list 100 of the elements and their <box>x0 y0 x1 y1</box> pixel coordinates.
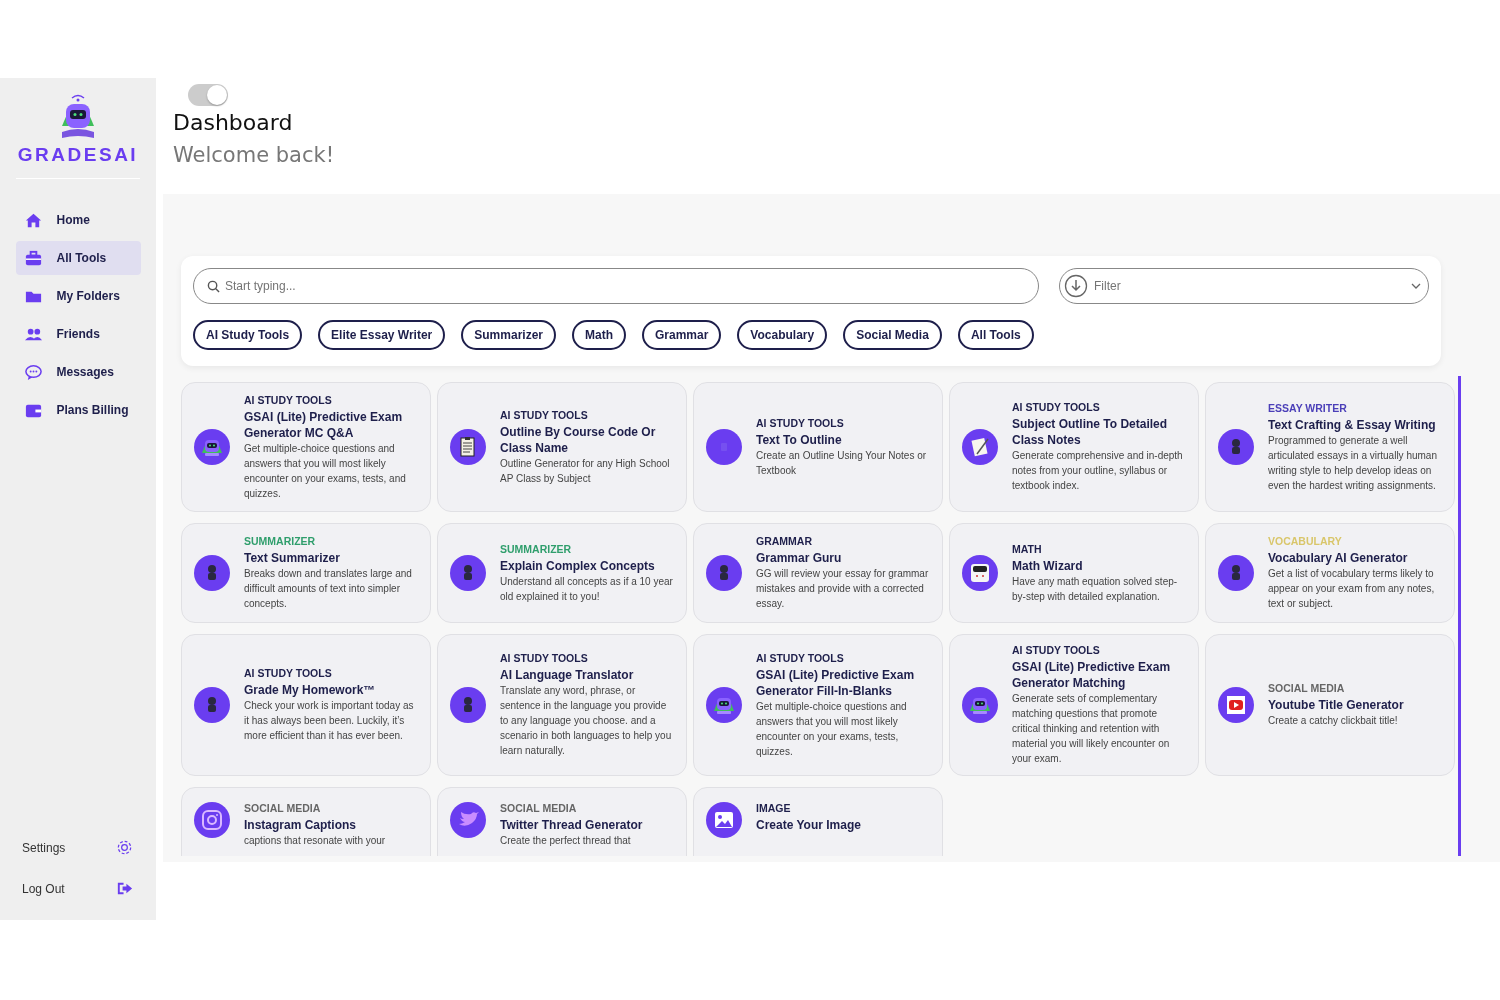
search-icon <box>207 280 220 293</box>
tool-category: AI STUDY TOOLS <box>1012 644 1101 656</box>
tool-category: SOCIAL MEDIA <box>244 802 322 814</box>
tool-card[interactable]: AI STUDY TOOLS Subject Outline To Detailed Class Notes Generate comprehensive and in-depth notes from your outline, syllabus or textbook index. <box>949 382 1199 512</box>
filter-chip[interactable]: Social Media <box>843 320 942 350</box>
image-icon <box>706 802 742 838</box>
tool-description: Understand all concepts as if a 10 year old explained it to you! <box>500 574 674 604</box>
figure-icon <box>194 555 230 591</box>
tool-card[interactable]: MATH Math Wizard Have any math equation solved step-by-step with detailed explanation. <box>949 523 1199 623</box>
calculator-icon <box>962 555 998 591</box>
camera-icon <box>194 802 230 838</box>
chat-icon <box>23 362 43 382</box>
tool-card[interactable]: VOCABULARY Vocabulary AI Generator Get a list of vocabulary terms likely to appear on your exam from any notes, text or subject. <box>1205 523 1455 623</box>
figure-icon <box>1218 555 1254 591</box>
play-button-icon <box>1218 687 1254 723</box>
welcome-text: Welcome back! <box>173 143 336 167</box>
sidebar-link[interactable]: Log Out <box>22 881 65 896</box>
settings-icon[interactable] <box>115 838 134 857</box>
tool-description: Create an Outline Using Your Notes or Textbook <box>756 448 928 478</box>
tool-card[interactable]: AI STUDY TOOLS GSAI (Lite) Predictive Exam Generator Fill-In-Blanks Get multiple-choice questions and answers that you will most likely encounter on your exams, tests, quizzes. <box>693 634 943 776</box>
filter-chip[interactable]: Vocabulary <box>737 320 828 350</box>
tool-category: AI STUDY TOOLS <box>500 408 589 421</box>
download-circle-icon <box>1064 274 1088 298</box>
filter-chip[interactable]: AI Study Tools <box>193 320 303 350</box>
tool-card[interactable]: AI STUDY TOOLS Text To Outline Create an Outline Using Your Notes or Textbook <box>693 382 943 512</box>
tool-title: Twitter Thread Generator <box>500 817 643 833</box>
tool-category: SUMMARIZER <box>244 535 317 547</box>
sidebar-item[interactable]: Messages <box>15 355 141 389</box>
tool-description: Breaks down and translates large and difficult amounts of text into simpler concepts. <box>244 567 413 611</box>
tool-category: IMAGE <box>756 802 792 814</box>
bird-icon <box>450 802 486 838</box>
chevron-down-icon <box>1411 281 1421 291</box>
tool-description: Have any math equation solved step-by-step with detailed explanation. <box>1012 574 1179 604</box>
figure-icon <box>450 687 486 723</box>
tool-description: captions that resonate with your <box>244 834 386 848</box>
sidebar-link[interactable]: Settings <box>22 840 66 855</box>
tool-description: Get multiple-choice questions and answers that you will most likely encounter on your exams, tests, quizzes. <box>756 699 908 759</box>
tool-title: GSAI (Lite) Predictive Exam Generator MC Q&A <box>244 408 404 441</box>
tool-title: Grade My Homework™ <box>244 682 377 698</box>
tool-description: Generate sets of complementary matching questions that promote critical thinking and retention with material you will likely encounter on your exam. <box>1012 692 1171 766</box>
robot-icon <box>194 429 230 465</box>
filter-chip[interactable]: Elite Essay Writer <box>318 320 446 350</box>
figure-icon <box>194 687 230 723</box>
tool-category: SOCIAL MEDIA <box>500 802 578 814</box>
tool-card[interactable]: AI STUDY TOOLS GSAI (Lite) Predictive Exam Generator MC Q&A Get multiple-choice questions and answers that you will most likely encounter on your exams, tests, and quizzes. <box>181 382 431 512</box>
figure-icon <box>450 555 486 591</box>
filter-dropdown[interactable]: Filter <box>1059 268 1429 304</box>
tool-title: Grammar Guru <box>756 550 843 566</box>
tool-title: Text Summarizer <box>244 550 341 566</box>
search-field[interactable]: Start typing... <box>193 268 1039 304</box>
figure-icon <box>706 555 742 591</box>
tool-category: ESSAY WRITER <box>1268 401 1348 414</box>
filter-chip[interactable]: Math <box>572 320 626 350</box>
tool-category: AI STUDY TOOLS <box>244 393 333 406</box>
toggle-switch[interactable] <box>188 84 228 106</box>
tool-category: AI STUDY TOOLS <box>756 651 845 664</box>
tool-card[interactable]: AI STUDY TOOLS AI Language Translator Translate any word, phrase, or sentence in the language you provide to any language you choose. and a scenario in both languages to help you learn naturally. <box>437 634 687 776</box>
figure-icon <box>1218 429 1254 465</box>
filter-chip[interactable]: All Tools <box>957 320 1034 350</box>
tool-card[interactable]: SOCIAL MEDIA Twitter Thread Generator Create the perfect thread that <box>437 787 687 856</box>
tool-card[interactable]: SUMMARIZER Explain Complex Concepts Understand all concepts as if a 10 year old explained it to you! <box>437 523 687 623</box>
brand-name: GRADESAI <box>17 144 139 166</box>
tool-description: Generate comprehensive and in-depth notes from your outline, syllabus or textbook index. <box>1012 449 1184 493</box>
tool-card[interactable]: GRAMMAR Grammar Guru GG will review your essay for grammar mistakes and provide with a corrected essay. <box>693 523 943 623</box>
sidebar-item[interactable]: Friends <box>15 317 141 351</box>
robot-icon <box>706 687 742 723</box>
scrollbar[interactable] <box>1458 376 1461 856</box>
tool-description: Translate any word, phrase, or sentence in the language you provide to any language you choose. and a scenario in both languages to help you learn naturally. <box>500 684 673 758</box>
tool-category: SUMMARIZER <box>500 542 573 555</box>
tool-title: Math Wizard <box>1012 557 1084 574</box>
filter-chip[interactable]: Summarizer <box>461 320 556 350</box>
tool-card[interactable]: SOCIAL MEDIA Youtube Title Generator Create a catchy clickbait title! <box>1205 634 1455 776</box>
tool-category: AI STUDY TOOLS <box>244 667 333 679</box>
tool-card[interactable]: SOCIAL MEDIA Instagram Captions captions that resonate with your <box>181 787 431 856</box>
tool-category: GRAMMAR <box>756 535 813 547</box>
tool-description: Check your work is important today as it has always been been. Luckily, it’s more efficient than it has ever been. <box>244 699 415 743</box>
tool-card[interactable]: SUMMARIZER Text Summarizer Breaks down and translates large and difficult amounts of text into simpler concepts. <box>181 523 431 623</box>
clipboard-icon <box>450 429 486 465</box>
tool-title: Instagram Captions <box>244 817 358 833</box>
tool-card[interactable]: AI STUDY TOOLS Outline By Course Code Or Class Name Outline Generator for any High School AP Class by Subject <box>437 382 687 512</box>
tool-card[interactable]: AI STUDY TOOLS Grade My Homework™ Check your work is important today as it has always been been. Luckily, it’s more efficient than it has ever been. <box>181 634 431 776</box>
tool-card[interactable]: IMAGE Create Your Image <box>693 787 943 856</box>
tool-category: MATH <box>1012 542 1043 555</box>
circle-icon <box>706 429 742 465</box>
tool-title: GSAI (Lite) Predictive Exam Generator Fill-In-Blanks <box>756 666 916 699</box>
tool-description: Create a catchy clickbait title! <box>1268 714 1399 728</box>
tool-category: AI STUDY TOOLS <box>500 652 589 664</box>
sidebar-item[interactable]: All Tools <box>15 241 141 275</box>
filter-chip[interactable]: Grammar <box>642 320 722 350</box>
sidebar-item[interactable]: Plans Billing <box>15 393 141 427</box>
tool-card[interactable] <box>949 634 1199 776</box>
tool-description: Outline Generator for any High School AP Class by Subject <box>500 456 671 486</box>
tool-category: AI STUDY TOOLS <box>1012 401 1101 413</box>
sidebar-item[interactable]: Home <box>15 203 141 237</box>
tool-card[interactable]: ESSAY WRITER Text Crafting & Essay Writing Programmed to generate a well articulated essays in a virtually human writing style to help develop ideas on even the hardest writing assignments. <box>1205 382 1455 512</box>
tool-description: Get multiple-choice questions and answers that you will most likely encounter on your exams, tests, and quizzes. <box>244 441 407 501</box>
tool-title: GSAI (Lite) Predictive Exam Generator Matching <box>1012 659 1172 691</box>
page-title: Dashboard <box>173 110 294 135</box>
tool-description: Create the perfect thread that <box>500 834 632 848</box>
sidebar-item[interactable]: My Folders <box>15 279 141 313</box>
